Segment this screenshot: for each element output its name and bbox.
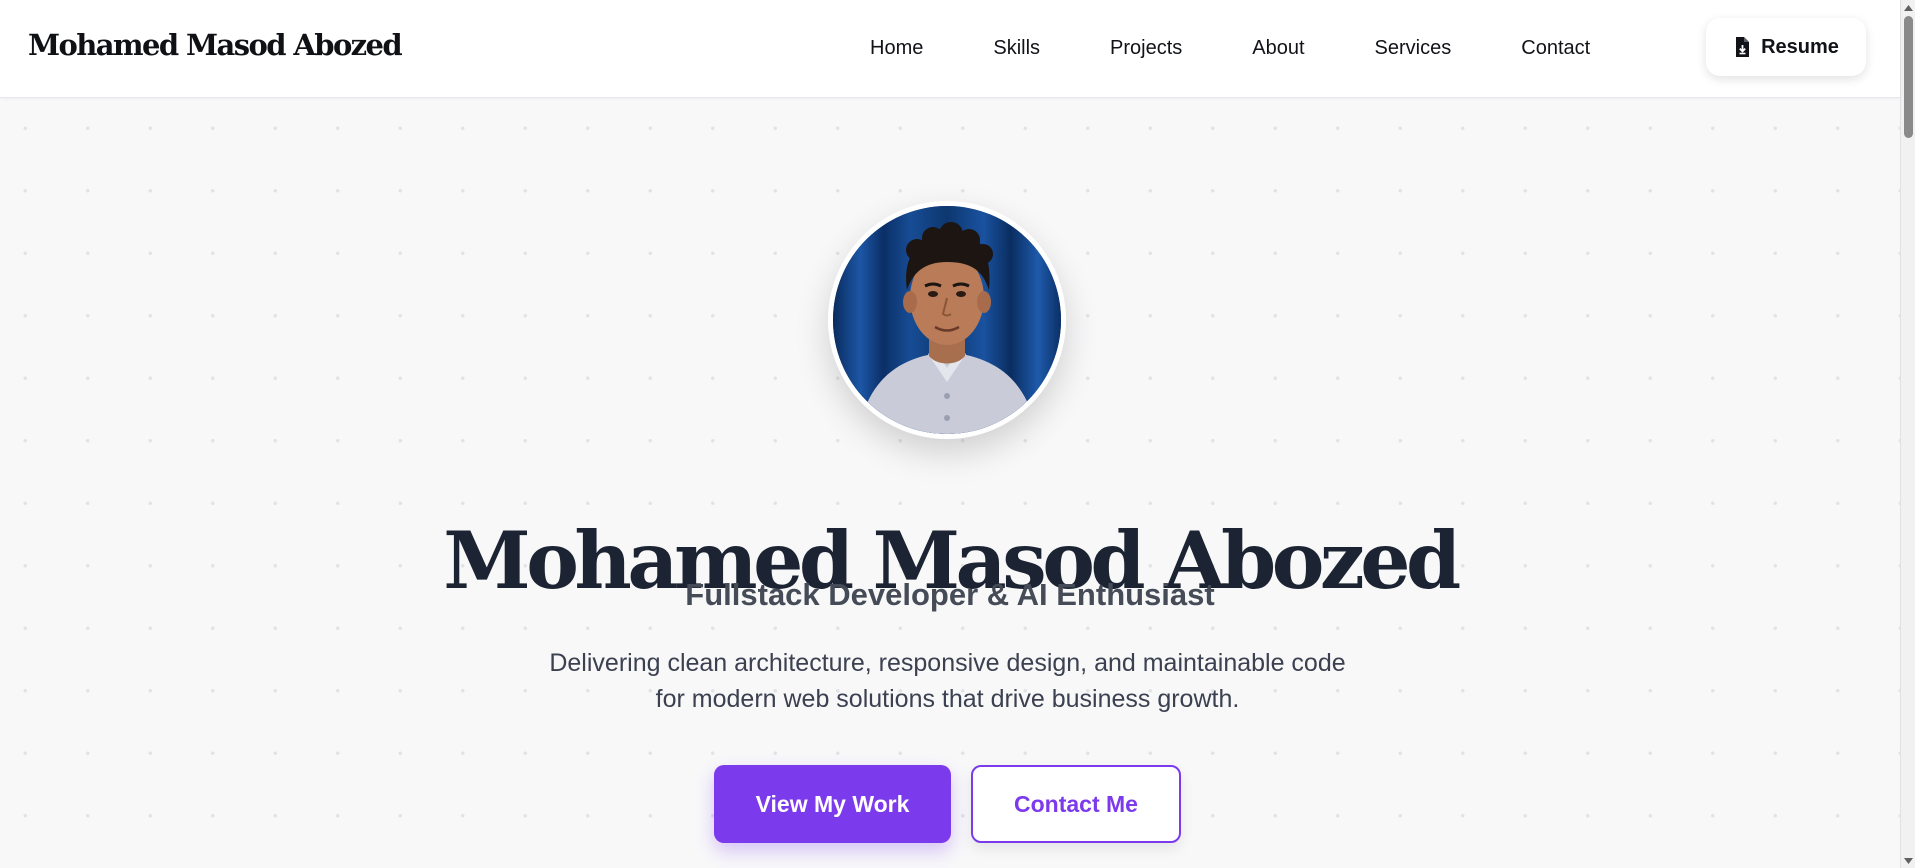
brand-logo[interactable]: Mohamed Masod Abozed — [28, 28, 403, 62]
resume-button[interactable]: Resume — [1706, 18, 1866, 76]
avatar — [833, 206, 1061, 434]
contact-me-button[interactable]: Contact Me — [971, 765, 1181, 843]
avatar-frame — [828, 201, 1066, 439]
scroll-up-arrow-icon[interactable] — [1901, 0, 1915, 15]
nav-link-projects[interactable]: Projects — [1110, 37, 1182, 60]
nav-link-skills[interactable]: Skills — [993, 37, 1040, 60]
hero-subtitle: Fullstack Developer & AI Enthusiast — [685, 577, 1215, 612]
contact-me-label: Contact Me — [1014, 790, 1138, 817]
file-download-icon — [1733, 37, 1751, 57]
page: Mohamed Masod Abozed Home Skills Project… — [0, 0, 1915, 868]
navbar: Mohamed Masod Abozed Home Skills Project… — [0, 0, 1900, 98]
view-my-work-button[interactable]: View My Work — [714, 765, 951, 843]
scrollbar-thumb[interactable] — [1904, 16, 1913, 138]
resume-label: Resume — [1761, 35, 1839, 58]
scroll-down-arrow-icon[interactable] — [1901, 853, 1915, 868]
nav-link-home[interactable]: Home — [870, 37, 923, 60]
page-scrollbar[interactable] — [1900, 0, 1915, 868]
nav-link-services[interactable]: Services — [1375, 37, 1452, 60]
hero-description: Delivering clean architecture, responsiv… — [549, 649, 1346, 713]
view-my-work-label: View My Work — [755, 790, 910, 817]
nav-link-contact[interactable]: Contact — [1521, 37, 1590, 60]
nav-links: Home Skills Projects About Services Cont… — [870, 0, 1590, 97]
nav-link-about[interactable]: About — [1252, 37, 1304, 60]
